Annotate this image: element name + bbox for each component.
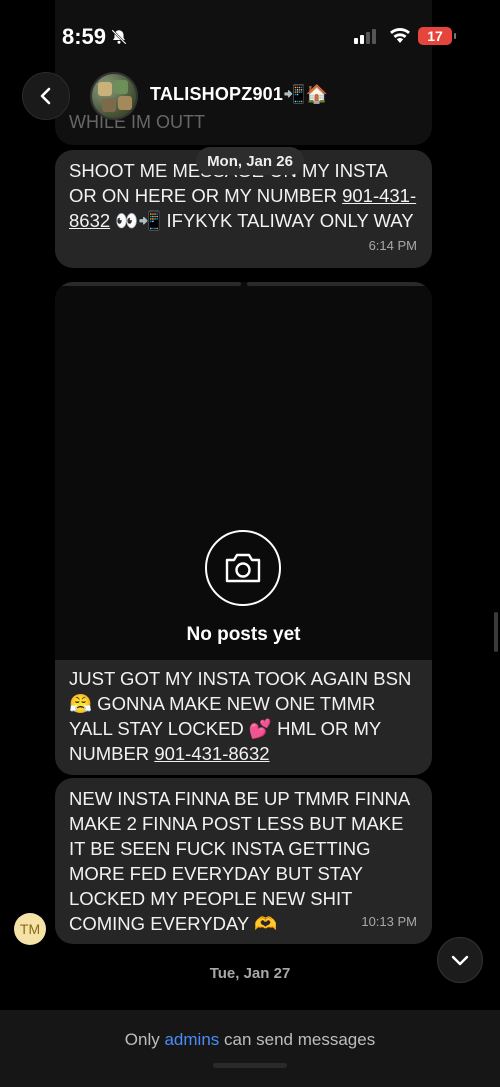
- phone-number-link[interactable]: 901-431-8632: [154, 743, 269, 764]
- cellular-signal-icon: [354, 29, 376, 44]
- message-bubble[interactable]: NEW INSTA FINNA BE UP TMMR FINNA MAKE 2 …: [55, 778, 432, 944]
- post-grid-strip: [55, 282, 432, 286]
- notice-suffix: can send messages: [219, 1030, 376, 1049]
- post-preview-area: No posts yet: [55, 282, 432, 660]
- no-posts-label: No posts yet: [186, 624, 301, 645]
- message-timestamp: 6:14 PM: [368, 238, 417, 253]
- back-button[interactable]: [22, 72, 70, 120]
- admins-link[interactable]: admins: [164, 1030, 219, 1049]
- channel-name[interactable]: TALISHOPZ901📲🏠: [150, 84, 328, 105]
- message-timestamp: 10:13 PM: [361, 914, 417, 929]
- date-separator: Mon, Jan 26: [196, 147, 304, 175]
- channel-avatar[interactable]: [90, 72, 138, 120]
- sender-avatar[interactable]: TM: [14, 913, 46, 945]
- status-time-group: 8:59: [62, 24, 128, 50]
- message-text-continued: 👀📲 IFYKYK TALIWAY ONLY WAY: [110, 210, 414, 231]
- battery-indicator: 17: [418, 27, 456, 45]
- scrollbar[interactable]: [494, 612, 498, 652]
- date-separator: Tue, Jan 27: [209, 965, 291, 982]
- footer-bar: Only admins can send messages: [0, 1010, 500, 1087]
- home-indicator: [213, 1063, 287, 1068]
- status-time: 8:59: [62, 24, 107, 49]
- notice-prefix: Only: [124, 1030, 165, 1049]
- chevron-left-icon: [40, 87, 51, 105]
- wifi-icon: [390, 27, 410, 43]
- shared-profile-card[interactable]: No posts yet JUST GOT MY INSTA TOOK AGAI…: [55, 282, 432, 775]
- bell-slash-icon: [111, 29, 127, 45]
- camera-icon: [205, 530, 281, 606]
- read-only-notice: Only admins can send messages: [0, 1030, 500, 1050]
- message-text: NEW INSTA FINNA BE UP TMMR FINNA MAKE 2 …: [69, 788, 410, 934]
- message-text: JUST GOT MY INSTA TOOK AGAIN BSN 😤 GONNA…: [69, 666, 419, 766]
- status-bar: 8:59 17: [0, 0, 500, 70]
